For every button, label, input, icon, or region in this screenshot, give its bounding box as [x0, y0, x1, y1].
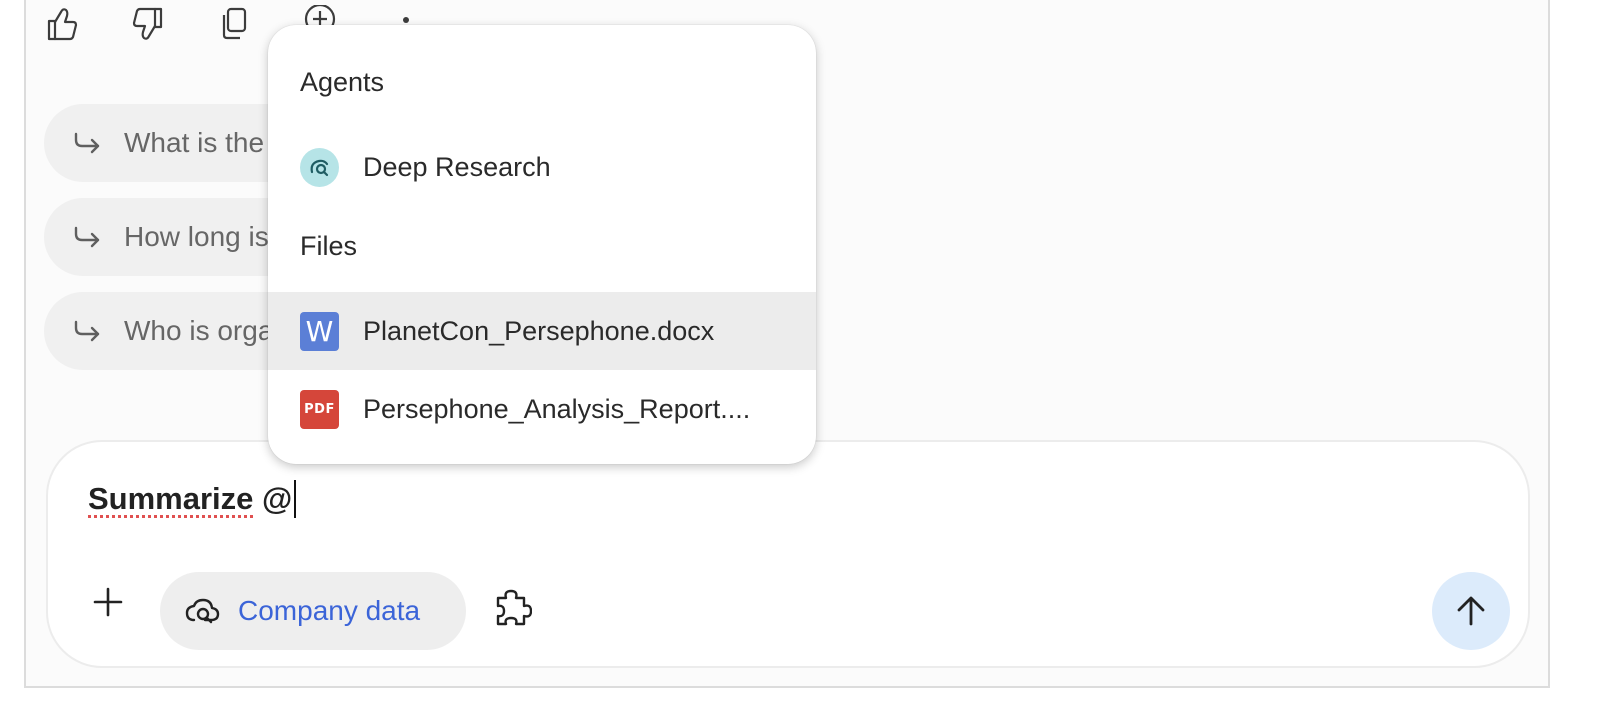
- copy-icon[interactable]: [216, 4, 252, 44]
- menu-item-label: PlanetCon_Persephone.docx: [363, 315, 715, 346]
- reply-arrow-icon: [74, 226, 100, 248]
- menu-item-label: Deep Research: [363, 151, 551, 182]
- text-caret: [294, 480, 297, 518]
- cloud-search-icon: [185, 598, 220, 624]
- prompt-input[interactable]: Summarize @: [88, 480, 297, 518]
- pdf-file-icon: PDF: [300, 389, 339, 429]
- puzzle-icon: [496, 589, 533, 626]
- suggestion-text: Who is orga: [124, 315, 274, 346]
- send-button[interactable]: [1432, 572, 1510, 650]
- thumbs-up-icon[interactable]: [44, 4, 80, 44]
- suggestion-text: What is the: [124, 127, 265, 158]
- prompt-word: Summarize: [88, 481, 254, 516]
- extensions-button[interactable]: [492, 588, 536, 632]
- thumbs-down-icon[interactable]: [130, 4, 166, 44]
- deep-research-icon: [300, 147, 339, 187]
- company-data-label: Company data: [238, 595, 421, 626]
- files-heading: Files: [300, 231, 358, 261]
- add-button[interactable]: [84, 572, 132, 632]
- agents-heading: Agents: [300, 67, 385, 97]
- prompt-mention: @: [253, 481, 293, 516]
- reply-arrow-icon: [74, 320, 100, 342]
- mention-menu: Agents Deep Research Files W PlanetCon_P…: [268, 25, 816, 464]
- plus-icon: [93, 587, 123, 617]
- menu-item-analysis-report-pdf[interactable]: PDF Persephone_Analysis_Report....: [268, 370, 816, 448]
- menu-item-label: Persephone_Analysis_Report....: [363, 393, 751, 424]
- menu-item-deep-research[interactable]: Deep Research: [268, 128, 816, 206]
- suggestion-text: How long is: [124, 221, 269, 252]
- menu-item-planetcon-docx[interactable]: W PlanetCon_Persephone.docx: [268, 292, 816, 370]
- arrow-up-icon: [1457, 596, 1485, 626]
- word-file-icon: W: [300, 311, 339, 351]
- company-data-button[interactable]: Company data: [160, 572, 466, 650]
- message-composer[interactable]: Summarize @ Company data: [46, 440, 1530, 668]
- reply-arrow-icon: [74, 132, 100, 154]
